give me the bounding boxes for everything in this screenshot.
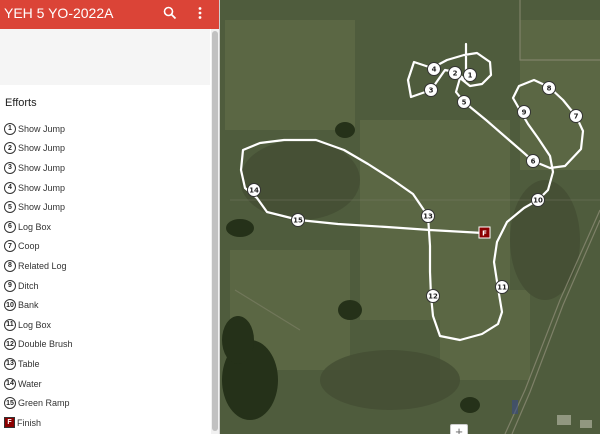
effort-marker[interactable]: 2 [448,66,462,80]
effort-number-badge: 8 [4,259,16,272]
effort-marker[interactable]: 10 [531,193,545,207]
effort-label: Double Brush [18,339,73,350]
zoom-in-button[interactable]: + [450,424,468,434]
effort-number-badge: 11 [4,318,16,331]
effort-marker-label: 5 [462,99,467,107]
effort-item[interactable]: 11 Log Box [4,315,204,335]
effort-marker[interactable]: 11 [495,280,509,294]
effort-marker[interactable]: 9 [517,105,531,119]
effort-marker-label: 13 [423,213,433,221]
effort-label: Show Jump [18,182,66,193]
effort-marker[interactable]: 6 [526,154,540,168]
finish-marker[interactable]: F [478,226,491,239]
effort-label: Show Jump [18,123,66,134]
effort-label: Water [18,378,42,389]
effort-item[interactable]: 2 Show Jump [4,139,204,159]
effort-label: Related Log [18,260,67,271]
effort-item[interactable]: 10 Bank [4,295,204,315]
effort-item[interactable]: 13 Table [4,354,204,374]
app-bar: YEH 5 YO-2022A [0,0,219,29]
map-title: YEH 5 YO-2022A [4,5,114,21]
effort-marker-label: 6 [531,158,536,166]
effort-item[interactable]: 12 Double Brush [4,335,204,355]
effort-label: Bank [18,300,39,311]
effort-item[interactable]: 8 Related Log [4,256,204,276]
effort-number-badge: 5 [4,201,16,214]
effort-number-badge: 6 [4,220,16,233]
more-vert-icon[interactable] [190,3,210,23]
effort-number-badge: 2 [4,142,16,155]
effort-label: Coop [18,241,40,252]
effort-marker[interactable]: 13 [421,209,435,223]
effort-label: Show Jump [18,143,66,154]
effort-label: Table [18,358,40,369]
effort-label: Log Box [18,221,52,232]
effort-marker-label: 2 [453,70,458,78]
effort-number-badge: 3 [4,161,16,174]
scrollbar[interactable] [211,29,219,434]
effort-marker-label: 1 [468,72,473,80]
effort-number-badge: 14 [4,377,16,390]
efforts-list: 1 Show Jump 2 Show Jump 3 Show Jump 4 Show Jump… [4,119,204,433]
effort-item[interactable]: 15 Green Ramp [4,393,204,413]
effort-number-badge: 1 [4,122,16,135]
effort-marker[interactable]: 14 [247,183,261,197]
side-panel: YEH 5 YO-2022A Efforts 1 Show Jump 2 Show J… [0,0,220,434]
effort-item[interactable]: 6 Log Box [4,217,204,237]
finish-marker-label: F [482,230,487,238]
effort-marker-label: 12 [428,293,438,301]
effort-marker-label: 9 [522,109,527,117]
effort-item[interactable]: 5 Show Jump [4,197,204,217]
search-icon[interactable] [160,3,180,23]
effort-item[interactable]: 7 Coop [4,237,204,257]
effort-marker-label: 10 [533,197,543,205]
effort-number-badge: 4 [4,181,16,194]
effort-marker-label: 15 [293,217,303,225]
effort-marker[interactable]: 5 [457,95,471,109]
effort-label: Show Jump [18,202,66,213]
satellite-map[interactable]: 1 2 3 4 5 6 7 8 9 10 11 12 13 14 15 F + [220,0,600,434]
effort-item[interactable]: 3 Show Jump [4,158,204,178]
effort-marker-label: 14 [249,187,259,195]
effort-item[interactable]: 9 Ditch [4,276,204,296]
effort-number-badge: 9 [4,279,16,292]
effort-marker[interactable]: 7 [569,109,583,123]
effort-item[interactable]: 4 Show Jump [4,178,204,198]
effort-label: Log Box [18,319,52,330]
effort-marker-label: 4 [432,66,437,74]
effort-number-badge: 15 [4,397,16,410]
effort-item[interactable]: 1 Show Jump [4,119,204,139]
effort-number-badge: 10 [4,299,16,312]
efforts-heading: Efforts [5,97,37,109]
effort-number-badge: 7 [4,240,16,253]
effort-marker[interactable]: 8 [542,81,556,95]
effort-marker[interactable]: 4 [427,62,441,76]
effort-marker-label: 3 [429,87,434,95]
scroll-thumb[interactable] [212,31,218,431]
effort-label: Green Ramp [18,398,70,409]
effort-marker[interactable]: 12 [426,289,440,303]
effort-marker[interactable]: 15 [291,213,305,227]
effort-marker[interactable]: 3 [424,83,438,97]
effort-item[interactable]: F Finish [4,413,204,433]
effort-label: Finish [17,417,42,428]
effort-marker[interactable]: 1 [463,68,477,82]
effort-marker-label: 8 [547,85,552,93]
effort-marker-label: 7 [574,113,579,121]
finish-flag-icon: F [4,417,15,429]
effort-label: Show Jump [18,162,66,173]
effort-marker-label: 11 [497,284,507,292]
map-canvas[interactable]: 123456789101112131415F [220,0,600,434]
effort-item[interactable]: 14 Water [4,374,204,394]
effort-number-badge: 13 [4,357,16,370]
effort-number-badge: 12 [4,338,16,351]
effort-label: Ditch [18,280,39,291]
description-area [0,29,210,85]
